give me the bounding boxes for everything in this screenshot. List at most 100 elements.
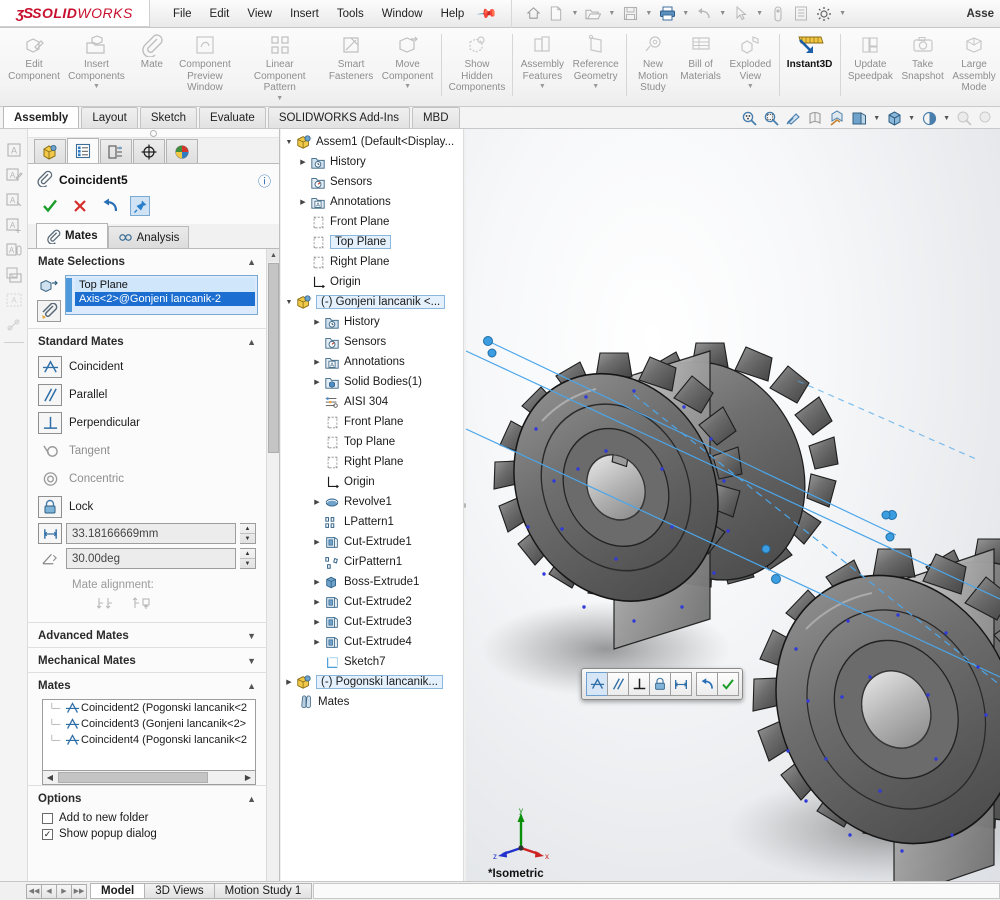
chevron-up-icon[interactable]: ▲ xyxy=(247,337,256,347)
chevron-right-icon[interactable]: ▶ xyxy=(297,158,309,166)
configuration-manager-tab[interactable] xyxy=(100,139,132,163)
ribbon-insert-components[interactable]: Insert Components ▼ xyxy=(64,28,129,106)
tab-assembly[interactable]: Assembly xyxy=(3,106,80,128)
property-manager-scrollbar[interactable]: ▲ ▼ xyxy=(266,249,279,881)
ribbon-large-assembly-mode[interactable]: Large Assembly Mode xyxy=(948,28,1000,106)
ribbon-instant3d[interactable]: Instant3D xyxy=(783,28,837,106)
file-properties-icon[interactable] xyxy=(790,3,812,25)
print-caret[interactable]: ▼ xyxy=(679,10,692,17)
popup-coincident-button[interactable] xyxy=(586,672,608,696)
tree-row-cut-extrude2[interactable]: ▶ Cut-Extrude2 xyxy=(281,592,466,612)
zoom-to-area-icon[interactable] xyxy=(761,109,781,129)
chevron-right-icon[interactable]: ▶ xyxy=(311,378,323,386)
apply-scene-icon[interactable] xyxy=(919,109,939,129)
dimxpert-manager-tab[interactable] xyxy=(133,139,165,163)
mechanical-mates-section-header[interactable]: Mechanical Mates ▼ xyxy=(28,647,266,672)
graphics-viewport[interactable]: y x z *Isometric xyxy=(466,129,1000,881)
select-cursor-icon[interactable] xyxy=(730,3,752,25)
multiple-mate-mode-icon[interactable] xyxy=(37,300,61,322)
tree-row-sensors[interactable]: Sensors xyxy=(281,172,466,192)
ribbon-update-speedpak[interactable]: Update Speedpak xyxy=(844,28,898,106)
tree-row-sensors-2[interactable]: Sensors xyxy=(281,332,466,352)
distance-mate-field[interactable]: 33.18166669mm xyxy=(66,523,236,544)
entities-to-mate-icon[interactable] xyxy=(37,275,61,297)
scroll-right-arrow[interactable]: ▶ xyxy=(241,772,255,784)
panel-grip-handle[interactable] xyxy=(28,129,279,138)
tab-solidworks-addins[interactable]: SOLIDWORKS Add-Ins xyxy=(267,107,410,128)
select-cursor-caret[interactable]: ▼ xyxy=(753,10,766,17)
chevron-right-icon[interactable]: ▶ xyxy=(311,598,323,606)
chevron-down-icon[interactable]: ▼ xyxy=(283,299,295,306)
tab-sketch[interactable]: Sketch xyxy=(139,107,198,128)
distance-icon[interactable] xyxy=(38,523,62,544)
chevron-down-icon[interactable]: ▼ xyxy=(276,95,283,102)
selection-item[interactable]: Top Plane xyxy=(75,278,255,292)
menu-window[interactable]: Window xyxy=(373,4,432,24)
options-gear-icon[interactable] xyxy=(813,3,835,25)
view-settings-icon[interactable] xyxy=(954,109,974,129)
list-item[interactable]: └─ Coincident3 (Gonjeni lancanik<2> xyxy=(43,716,255,732)
chevron-up-icon[interactable]: ▲ xyxy=(247,257,256,267)
ribbon-show-hidden-components[interactable]: Show Hidden Components xyxy=(445,28,510,106)
hide-show-caret[interactable]: ▼ xyxy=(871,115,882,122)
tree-row-sketch7[interactable]: Sketch7 xyxy=(281,652,466,672)
note-icon[interactable]: A xyxy=(3,139,25,161)
area-hatch-icon[interactable]: A xyxy=(3,289,25,311)
ribbon-assembly-features[interactable]: Assembly Features ▼ xyxy=(516,28,568,106)
hide-show-items-icon[interactable] xyxy=(849,109,869,129)
pin-icon[interactable]: 📌 xyxy=(476,2,499,25)
tree-row-solid-bodies[interactable]: ▶ Solid Bodies(1) xyxy=(281,372,466,392)
ribbon-move-component[interactable]: Move Component ▼ xyxy=(378,28,438,106)
assembly-3d-model[interactable] xyxy=(466,129,1000,881)
tree-row-assem1[interactable]: ▼ Assem1 (Default<Display... xyxy=(281,132,466,152)
scrollbar-thumb[interactable] xyxy=(268,263,279,453)
ribbon-mate[interactable]: Mate xyxy=(129,28,175,106)
sprocket-component-1[interactable] xyxy=(493,332,839,650)
existing-mates-list[interactable]: └─ Coincident2 (Pogonski lancanik<2 └─ C… xyxy=(42,699,256,771)
section-view-icon[interactable] xyxy=(783,109,803,129)
mate-perpendicular[interactable]: Perpendicular xyxy=(28,409,266,437)
subtab-analysis[interactable]: Analysis xyxy=(107,226,190,248)
chevron-up-icon[interactable]: ▲ xyxy=(247,794,256,804)
cancel-x-button[interactable] xyxy=(70,196,90,216)
options-section-header[interactable]: Options ▲ xyxy=(28,785,266,810)
anti-aligned-icon[interactable] xyxy=(132,594,154,614)
open-folder-caret[interactable]: ▼ xyxy=(605,10,618,17)
ribbon-reference-geometry[interactable]: Reference Geometry ▼ xyxy=(568,28,623,106)
status-tab-motion-study-1[interactable]: Motion Study 1 xyxy=(213,883,313,899)
checkbox-box[interactable] xyxy=(42,812,53,824)
undo-icon[interactable] xyxy=(693,3,715,25)
tree-row-cut-extrude1[interactable]: ▶ Cut-Extrude1 xyxy=(281,532,466,552)
zoom-to-fit-icon[interactable] xyxy=(739,109,759,129)
mate-coincident[interactable]: Coincident xyxy=(28,353,266,381)
weld-symbol-icon[interactable] xyxy=(3,314,25,336)
nav-prev-button[interactable]: ◀ xyxy=(41,883,57,899)
ribbon-component-preview-window[interactable]: Component Preview Window xyxy=(175,28,235,106)
new-document-icon[interactable] xyxy=(545,3,567,25)
chevron-down-icon[interactable]: ▼ xyxy=(247,656,256,666)
advanced-mates-section-header[interactable]: Advanced Mates ▼ xyxy=(28,622,266,647)
tree-row-annotations[interactable]: ▶ A Annotations xyxy=(281,192,466,212)
ribbon-edit-component[interactable]: Edit Component xyxy=(4,28,64,106)
distance-stepper[interactable]: ▲ ▼ xyxy=(240,523,256,544)
ribbon-exploded-view[interactable]: Exploded View ▼ xyxy=(725,28,775,106)
rebuild-icon[interactable] xyxy=(767,3,789,25)
chevron-up-icon[interactable]: ▲ xyxy=(247,681,256,691)
menu-tools[interactable]: Tools xyxy=(328,4,373,24)
popup-lock-button[interactable] xyxy=(649,672,671,696)
ok-check-button[interactable] xyxy=(40,196,60,216)
open-folder-icon[interactable] xyxy=(582,3,604,25)
angle-stepper[interactable]: ▲ ▼ xyxy=(240,548,256,569)
home-icon[interactable] xyxy=(522,3,544,25)
tree-row-lpattern1[interactable]: LPattern1 xyxy=(281,512,466,532)
undo-caret[interactable]: ▼ xyxy=(716,10,729,17)
chevron-right-icon[interactable]: ▶ xyxy=(311,618,323,626)
mate-lock[interactable]: Lock xyxy=(28,493,266,521)
angle-icon[interactable] xyxy=(38,548,62,569)
chevron-right-icon[interactable]: ▶ xyxy=(311,578,323,586)
tree-row-right-plane[interactable]: Right Plane xyxy=(281,252,466,272)
nav-next-button[interactable]: ▶ xyxy=(56,883,72,899)
tree-row-material[interactable]: AISI 304 xyxy=(281,392,466,412)
ribbon-smart-fasteners[interactable]: Smart Fasteners xyxy=(325,28,378,106)
annotation-icon[interactable]: A xyxy=(3,189,25,211)
